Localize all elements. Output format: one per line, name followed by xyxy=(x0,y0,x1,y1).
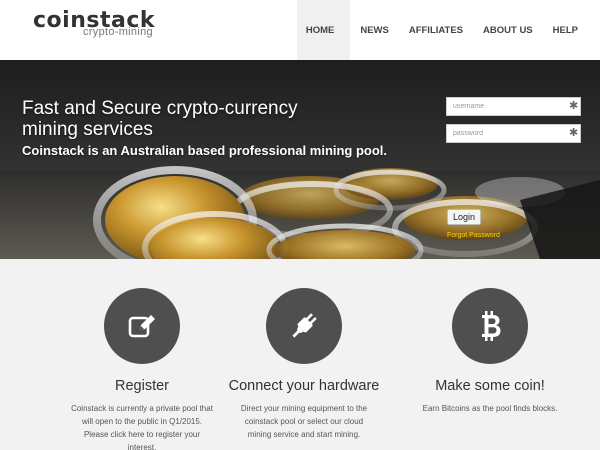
nav-help[interactable]: HELP xyxy=(543,0,588,60)
nav-affiliates[interactable]: AFFILIATES xyxy=(399,0,473,60)
forgot-password-link[interactable]: Forgot Password xyxy=(447,232,500,239)
hero-banner: Fast and Secure crypto-currency mining s… xyxy=(0,60,600,259)
site-header: coinstack crypto-mining HOME NEWS AFFILI… xyxy=(0,0,600,60)
login-button[interactable]: Login xyxy=(447,209,481,225)
hero-subtitle: Coinstack is an Australian based profess… xyxy=(22,143,388,158)
edit-icon xyxy=(128,315,155,338)
username-required-icon: ✱ xyxy=(569,100,579,112)
logo-tagline: crypto-mining xyxy=(83,26,153,38)
logo[interactable]: coinstack crypto-mining xyxy=(33,10,155,39)
features-section: Register Coinstack is currently a privat… xyxy=(0,259,600,450)
gold-coins-image xyxy=(0,166,600,259)
feature-text: Coinstack is currently a private pool th… xyxy=(71,404,213,450)
feature-title: Connect your hardware xyxy=(228,378,380,394)
nav-home[interactable]: HOME xyxy=(296,0,351,60)
nav-about-us[interactable]: ABOUT US xyxy=(473,0,543,60)
bitcoin-icon xyxy=(482,311,501,341)
hero-title: Fast and Secure crypto-currency mining s… xyxy=(22,98,298,140)
password-required-icon: ✱ xyxy=(569,127,579,139)
feature-text: Earn Bitcoins as the pool finds blocks. xyxy=(422,404,558,413)
password-input[interactable] xyxy=(446,124,581,143)
feature-title: Make some coin! xyxy=(435,378,545,394)
username-input[interactable] xyxy=(446,97,581,116)
coin-icon-circle[interactable] xyxy=(452,288,528,364)
nav-news[interactable]: NEWS xyxy=(350,0,399,60)
main-nav: HOME NEWS AFFILIATES ABOUT US HELP xyxy=(296,0,588,60)
plug-icon xyxy=(292,313,317,338)
connect-icon-circle[interactable] xyxy=(266,288,342,364)
feature-text: Direct your mining equipment to the coin… xyxy=(240,404,368,439)
register-icon-circle[interactable] xyxy=(104,288,180,364)
